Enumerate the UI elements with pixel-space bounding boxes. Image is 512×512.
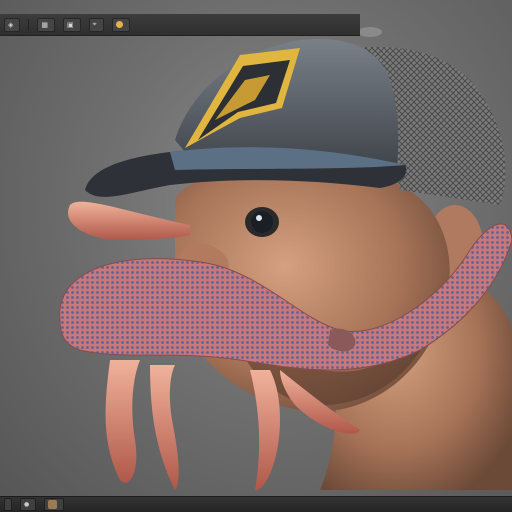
viewport-toolbar: ◈ ▦ ▣ ⌖ [0, 14, 360, 36]
status-bar: ● [0, 496, 512, 512]
tentacle-lower-2 [150, 365, 179, 490]
rendered-creature-head [59, 27, 512, 491]
shading-icon: ▣ [67, 20, 74, 29]
toolbar-shading-button[interactable]: ▣ [63, 17, 81, 32]
toolbar-light-button[interactable] [111, 17, 130, 32]
tentacle-lower-1 [105, 360, 140, 483]
view-icon: ◈ [8, 20, 14, 29]
toolbar-grid-button[interactable]: ▦ [37, 17, 56, 32]
light-icon [115, 21, 123, 28]
camera-icon: ⌖ [92, 20, 97, 28]
toolbar-camera-button[interactable]: ⌖ [88, 17, 104, 32]
toolbar-view-button[interactable]: ◈ [4, 17, 21, 32]
eye-highlight [256, 215, 262, 221]
cap-button [358, 27, 382, 37]
3d-viewport[interactable]: ◈ ▦ ▣ ⌖ ● [0, 0, 512, 512]
status-item-render[interactable]: ● [20, 498, 37, 511]
tentacle-lower-3 [250, 370, 280, 491]
status-item-scene[interactable] [4, 498, 12, 511]
grid-icon: ▦ [41, 20, 49, 29]
toolbar-divider [28, 18, 30, 31]
tentacle-upper-left [68, 201, 190, 240]
status-item-thumbnail[interactable] [44, 498, 65, 511]
eye-iris [251, 211, 273, 233]
thumbnail-icon [48, 500, 58, 509]
render-icon: ● [24, 501, 30, 508]
